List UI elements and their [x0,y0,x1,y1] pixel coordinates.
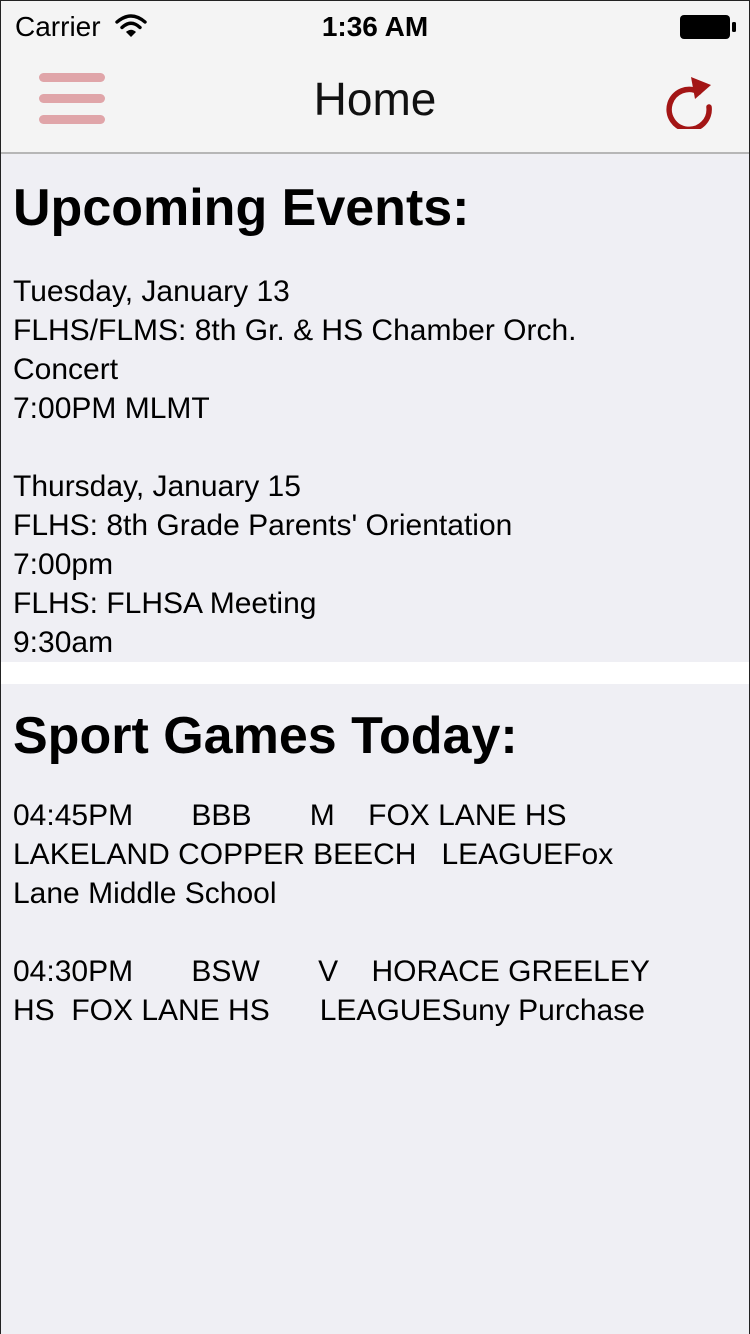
section-divider [1,662,749,684]
app-screen: Carrier 1:36 AM Home Upcoming Events: Tu… [0,0,750,1334]
event-date: Thursday, January 15 [13,470,301,503]
event-title: Concert [13,353,119,386]
event-date: Tuesday, January 13 [13,275,290,308]
status-bar: Carrier 1:36 AM [1,1,749,51]
sport-games-heading: Sport Games Today: [13,707,518,765]
games-list: 04:45PM BBB M FOX LANE HS LAKELAND COPPE… [13,796,749,1030]
event-title: FLHS: 8th Grade Parents' Orientation [13,509,513,542]
page-title: Home [313,73,437,125]
refresh-icon[interactable] [665,71,717,129]
event-title: FLHS/FLMS: 8th Gr. & HS Chamber Orch. [13,314,577,347]
navigation-bar: Home [1,51,749,151]
event-time: 9:30am [13,626,114,659]
game-line: HS FOX LANE HS LEAGUESuny Purchase [13,994,645,1027]
event-title: FLHS: FLHSA Meeting [13,587,317,620]
game-line: Lane Middle School [13,877,277,910]
upcoming-events-heading: Upcoming Events: [13,179,470,237]
events-list: Tuesday, January 13 FLHS/FLMS: 8th Gr. &… [13,272,749,662]
event-time: 7:00pm [13,548,114,581]
top-bar: Carrier 1:36 AM Home [1,1,749,154]
upcoming-events-section: Upcoming Events: Tuesday, January 13 FLH… [1,154,749,662]
sport-games-section: Sport Games Today: 04:45PM BBB M FOX LAN… [1,684,749,1334]
status-time: 1:36 AM [321,11,429,42]
game-line: 04:45PM BBB M FOX LANE HS [13,799,567,832]
game-line: 04:30PM BSW V HORACE GREELEY [13,955,650,988]
game-line: LAKELAND COPPER BEECH LEAGUEFox [13,838,614,871]
battery-icon [680,15,736,39]
event-time: 7:00PM MLMT [13,392,210,425]
